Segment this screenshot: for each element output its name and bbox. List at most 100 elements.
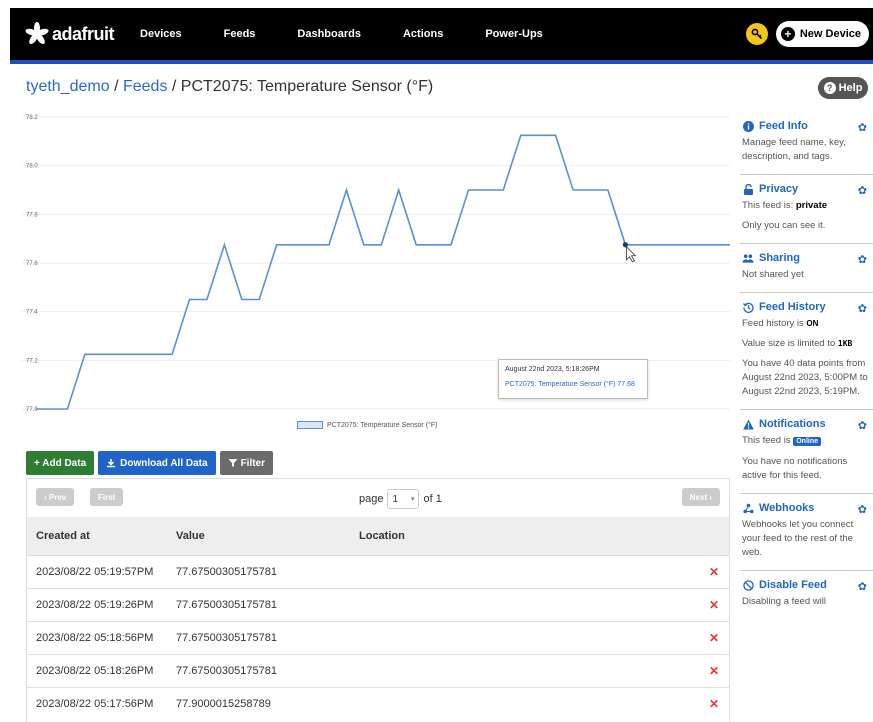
webhooks-text: Webhooks let you connect your feed to th… — [742, 519, 854, 558]
nav-power-ups[interactable]: Power-Ups — [485, 28, 542, 40]
delete-icon[interactable]: ✕ — [709, 598, 719, 612]
top-navbar: adafruit Devices Feeds Dashboards Action… — [10, 8, 873, 64]
flower-logo-icon — [25, 22, 49, 45]
sharing-link[interactable]: Sharing — [742, 252, 873, 264]
privacy-status-text: This feed is: private — [742, 200, 828, 211]
key-button[interactable] — [745, 23, 768, 45]
nav-feeds[interactable]: Feeds — [224, 28, 256, 40]
new-device-button[interactable]: + New Device — [775, 21, 869, 47]
download-label: Download All Data — [120, 457, 208, 469]
history-limit: 1KB — [837, 339, 853, 348]
page-select-value: 1 — [392, 493, 399, 505]
table-row: 2023/08/22 05:19:26PM 77.67500305175781 … — [27, 588, 729, 621]
info-icon — [742, 120, 754, 132]
delete-icon[interactable]: ✕ — [709, 664, 719, 678]
notifications-section: Notifications ✿ This feed is Online You … — [740, 410, 873, 494]
history-limit-text: Value size is limited to 1KB — [742, 338, 853, 349]
breadcrumb-separator: / — [171, 78, 177, 95]
y-tick-label: 77.8 — [26, 212, 38, 218]
cell-value: 77.67500305175781 — [176, 665, 277, 677]
cell-value: 77.67500305175781 — [176, 566, 277, 578]
feed-info-text: Manage feed name, key, description, and … — [742, 137, 846, 162]
feed-info-link[interactable]: Feed Info — [742, 120, 873, 132]
feed-info-section: Feed Info ✿ Manage feed name, key, descr… — [740, 112, 873, 175]
sharing-section: Sharing ✿ Not shared yet — [740, 244, 873, 293]
gear-icon[interactable]: ✿ — [858, 184, 867, 197]
cell-value: 77.67500305175781 — [176, 632, 277, 644]
history-state: ON — [806, 319, 819, 328]
highlighted-point — [622, 242, 628, 248]
y-tick-label: 78.2 — [26, 115, 38, 121]
chart-legend[interactable]: PCT2075: Temperature Sensor (°F) — [297, 421, 437, 429]
notifications-title: Notifications — [759, 418, 826, 430]
legend-label: PCT2075: Temperature Sensor (°F) — [327, 421, 438, 429]
breadcrumb-feeds-link[interactable]: Feeds — [123, 78, 167, 95]
mouse-cursor-icon — [625, 245, 637, 263]
prev-page-button[interactable]: ‹ Prev — [36, 488, 75, 506]
privacy-link[interactable]: Privacy — [742, 183, 873, 195]
filter-label: Filter — [240, 457, 266, 469]
nav-devices[interactable]: Devices — [140, 28, 182, 40]
gear-icon[interactable]: ✿ — [858, 121, 867, 134]
brand-name: adafruit — [52, 23, 115, 44]
header-value[interactable]: Value — [176, 530, 359, 542]
key-icon — [751, 28, 762, 40]
cell-value: 77.67500305175781 — [176, 599, 277, 611]
gear-icon[interactable]: ✿ — [858, 253, 867, 266]
page-select[interactable]: 1 ▾ — [387, 489, 420, 509]
table-row: 2023/08/22 05:18:26PM 77.67500305175781 … — [27, 654, 729, 687]
feed-info-title: Feed Info — [759, 120, 808, 132]
next-page-button[interactable]: Next › — [681, 488, 720, 506]
add-data-button[interactable]: + Add Data — [26, 451, 95, 475]
legend-swatch — [297, 421, 323, 429]
disable-feed-text: Disabling a feed will — [742, 596, 826, 607]
download-all-data-button[interactable]: Download All Data — [98, 451, 216, 475]
privacy-status: private — [795, 200, 828, 211]
privacy-title: Privacy — [759, 183, 799, 195]
delete-icon[interactable]: ✕ — [709, 631, 719, 645]
page-indicator: page 1 ▾ of 1 — [359, 489, 442, 509]
delete-icon[interactable]: ✕ — [709, 697, 719, 711]
data-actions: + Add Data Download All Data Filter — [26, 451, 277, 475]
feed-sidebar: Feed Info ✿ Manage feed name, key, descr… — [740, 112, 873, 619]
nav-dashboards[interactable]: Dashboards — [297, 28, 361, 40]
feed-history-link[interactable]: Feed History — [742, 301, 873, 313]
header-location[interactable]: Location — [359, 530, 659, 542]
disable-feed-link[interactable]: Disable Feed — [742, 579, 873, 591]
warning-icon — [742, 418, 754, 430]
breadcrumb-separator: / — [114, 78, 119, 95]
webhooks-link[interactable]: Webhooks — [742, 502, 873, 514]
data-table: ‹ Prev First page 1 ▾ of 1 Next › Create… — [26, 478, 730, 722]
plus-circle-icon: + — [780, 27, 795, 41]
notifications-link[interactable]: Notifications — [742, 418, 873, 430]
history-icon — [742, 301, 754, 313]
pager: ‹ Prev First page 1 ▾ of 1 Next › — [27, 479, 729, 517]
delete-icon[interactable]: ✕ — [709, 565, 719, 579]
gear-icon[interactable]: ✿ — [858, 419, 867, 432]
y-tick-label: 77.6 — [26, 261, 38, 267]
unlock-icon — [742, 183, 754, 195]
table-row: 2023/08/22 05:17:56PM 77.9000015258789 ✕ — [27, 687, 729, 720]
gear-icon[interactable]: ✿ — [858, 503, 867, 516]
download-icon — [107, 459, 116, 468]
first-page-button[interactable]: First — [90, 488, 124, 506]
nav-right: + New Device — [745, 21, 869, 47]
help-button[interactable]: ? Help — [818, 77, 868, 99]
gear-icon[interactable]: ✿ — [858, 302, 867, 315]
header-created-at[interactable]: Created at — [27, 530, 176, 542]
tooltip-value: 77.68 — [617, 381, 635, 388]
adafruit-logo[interactable]: adafruit — [24, 22, 115, 46]
chart-tooltip: August 22nd 2023, 5:18:26PM PCT2075: Tem… — [498, 359, 648, 399]
y-tick-label: 77.4 — [26, 310, 38, 316]
filter-button[interactable]: Filter — [219, 451, 274, 475]
y-tick-label: 78.0 — [26, 164, 38, 170]
new-device-label: New Device — [799, 28, 861, 40]
privacy-detail: Only you can see it. — [742, 220, 826, 231]
feed-chart[interactable]: 78.2 78.0 77.8 77.6 77.4 77.2 77.0 August 22nd… — [0, 105, 735, 440]
gear-icon[interactable]: ✿ — [858, 580, 867, 593]
y-tick-label: 77.2 — [26, 358, 38, 364]
ban-icon — [742, 579, 754, 591]
nav-actions[interactable]: Actions — [403, 28, 443, 40]
page-of-label: of 1 — [423, 493, 442, 505]
breadcrumb-user-link[interactable]: tyeth_demo — [26, 78, 110, 95]
